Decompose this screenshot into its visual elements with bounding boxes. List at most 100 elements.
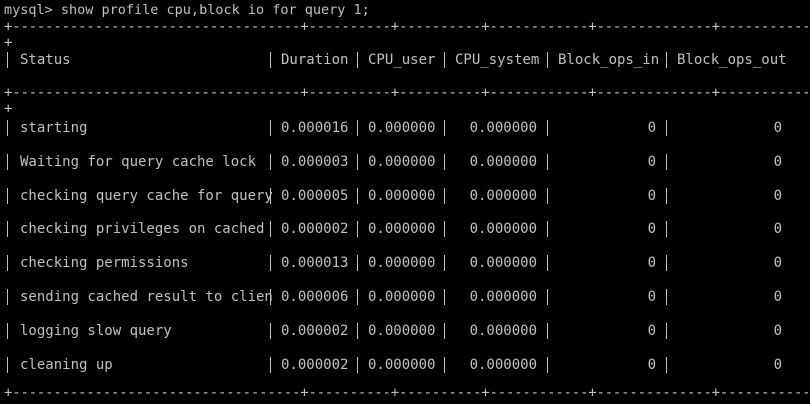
- cell-block-ops-in: 0: [647, 322, 656, 339]
- cell-duration: 0.000002: [281, 322, 349, 339]
- table-row: checking permissions 0.000013 0.000000 0.00…: [0, 252, 810, 274]
- cell-duration: 0.000016: [281, 120, 349, 136]
- column-divider: [666, 153, 667, 170]
- cell-duration: 0.000005: [281, 187, 349, 204]
- column-divider: [666, 289, 667, 305]
- table-header-row: Status Duration CPU_user CPU_system Bloc…: [0, 49, 810, 71]
- column-divider: [444, 52, 445, 68]
- column-divider: [547, 153, 548, 170]
- column-divider: [270, 153, 271, 170]
- column-divider: [7, 120, 8, 136]
- header-block-ops-in: Block_ops_in: [558, 52, 660, 68]
- cell-status: starting: [20, 120, 88, 136]
- cell-cpu-system: 0.000000: [469, 153, 537, 170]
- table-row: logging slow query 0.000002 0.000000 0.0000…: [0, 320, 810, 342]
- column-divider: [7, 221, 8, 238]
- table-row: cleaning up 0.000002 0.000000 0.000000 0 0: [0, 354, 810, 376]
- column-divider: [357, 221, 358, 238]
- cell-status: cleaning up: [20, 356, 113, 373]
- header-duration: Duration: [281, 52, 349, 68]
- cell-block-ops-out: 0: [773, 289, 782, 305]
- column-divider: [270, 221, 271, 238]
- column-divider: [444, 221, 445, 238]
- table-border-header: +-----------------------------------+---…: [4, 86, 808, 100]
- cell-cpu-user: 0.000000: [368, 153, 436, 170]
- table-row: checking privileges on cached 0.000002 0.0…: [0, 218, 810, 240]
- column-divider: [547, 322, 548, 339]
- column-divider: [444, 322, 445, 339]
- column-divider: [357, 255, 358, 272]
- table-row: sending cached result to clien 0.000006 0.…: [0, 286, 810, 308]
- cell-cpu-user: 0.000000: [368, 187, 436, 204]
- cell-block-ops-in: 0: [647, 255, 656, 272]
- table-row: starting 0.000016 0.000000 0.000000 0 0: [0, 117, 810, 139]
- column-divider: [270, 52, 271, 68]
- column-divider: [7, 255, 8, 272]
- column-divider: [7, 356, 8, 373]
- table-border-corner: +: [4, 35, 13, 51]
- cell-cpu-system: 0.000000: [469, 356, 537, 373]
- column-divider: [444, 153, 445, 170]
- terminal-window[interactable]: mysql> show profile cpu,block io for que…: [0, 0, 810, 404]
- column-divider: [444, 187, 445, 204]
- column-divider: [7, 52, 8, 68]
- cell-block-ops-out: 0: [773, 356, 782, 373]
- column-divider: [7, 153, 8, 170]
- column-divider: [547, 255, 548, 272]
- command-line: mysql> show profile cpu,block io for que…: [4, 2, 370, 18]
- column-divider: [357, 153, 358, 170]
- cell-cpu-system: 0.000000: [469, 187, 537, 204]
- cell-cpu-system: 0.000000: [469, 255, 537, 272]
- column-divider: [547, 120, 548, 136]
- cell-block-ops-out: 0: [773, 255, 782, 272]
- column-divider: [444, 120, 445, 136]
- cell-duration: 0.000006: [281, 289, 349, 305]
- column-divider: [444, 255, 445, 272]
- cell-block-ops-in: 0: [647, 153, 656, 170]
- cell-block-ops-out: 0: [773, 120, 782, 136]
- cell-cpu-system: 0.000000: [469, 322, 537, 339]
- cell-status: sending cached result to clien: [20, 289, 273, 305]
- cell-status: checking privileges on cached: [20, 221, 265, 238]
- column-divider: [547, 52, 548, 68]
- column-divider: [7, 322, 8, 339]
- table-row: checking query cache for query 0.000005 0.…: [0, 185, 810, 207]
- cell-duration: 0.000013: [281, 255, 349, 272]
- cell-status: logging slow query: [20, 322, 172, 339]
- cell-cpu-user: 0.000000: [368, 289, 436, 305]
- cell-cpu-user: 0.000000: [368, 255, 436, 272]
- column-divider: [547, 289, 548, 305]
- column-divider: [666, 255, 667, 272]
- cell-duration: 0.000003: [281, 153, 349, 170]
- column-divider: [7, 187, 8, 204]
- column-divider: [666, 52, 667, 68]
- table-border-bottom: +-----------------------------------+---…: [4, 386, 808, 400]
- column-divider: [444, 356, 445, 373]
- header-cpu-system: CPU_system: [455, 52, 540, 68]
- cell-block-ops-in: 0: [647, 221, 656, 238]
- header-cpu-user: CPU_user: [368, 52, 436, 68]
- column-divider: [7, 289, 8, 305]
- cell-block-ops-out: 0: [773, 187, 782, 204]
- cell-status: checking permissions: [20, 255, 189, 272]
- header-status: Status: [20, 52, 71, 68]
- table-row: Waiting for query cache lock 0.000003 0.00…: [0, 151, 810, 173]
- column-divider: [357, 289, 358, 305]
- cell-duration: 0.000002: [281, 356, 349, 373]
- cell-cpu-user: 0.000000: [368, 221, 436, 238]
- cell-block-ops-in: 0: [647, 120, 656, 136]
- column-divider: [357, 120, 358, 136]
- table-border-top: +-----------------------------------+---…: [4, 20, 808, 34]
- cell-block-ops-out: 0: [773, 221, 782, 238]
- cell-cpu-system: 0.000000: [469, 120, 537, 136]
- column-divider: [666, 187, 667, 204]
- column-divider: [357, 187, 358, 204]
- column-divider: [547, 221, 548, 238]
- column-divider: [547, 356, 548, 373]
- column-divider: [357, 52, 358, 68]
- cell-block-ops-out: 0: [773, 153, 782, 170]
- column-divider: [666, 221, 667, 238]
- header-block-ops-out: Block_ops_out: [677, 52, 787, 68]
- column-divider: [357, 322, 358, 339]
- cell-cpu-system: 0.000000: [469, 289, 537, 305]
